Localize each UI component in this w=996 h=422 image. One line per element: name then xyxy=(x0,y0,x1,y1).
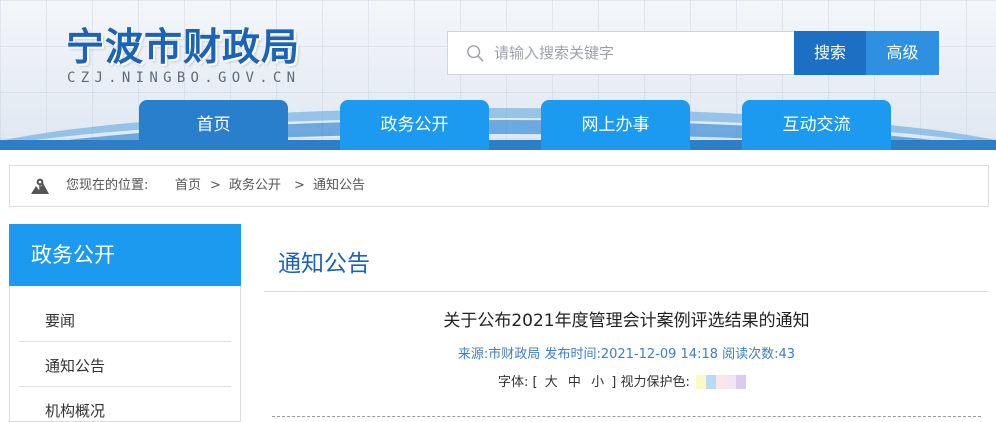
article-title: 关于公布2021年度管理会计案例评选结果的通知 xyxy=(443,311,810,331)
reading-tools: 字体: [ 大 中 小 ] 视力保护色: xyxy=(498,372,746,392)
breadcrumb-item-gov-affairs[interactable]: 政务公开 xyxy=(229,166,281,206)
source-value: 市财政局 xyxy=(488,347,541,362)
sidebar-title: 政务公开 xyxy=(9,224,241,286)
font-size-small-button[interactable]: 小 xyxy=(591,373,604,393)
breadcrumb-prefix: 您现在的位置: xyxy=(66,178,149,193)
nav-tab-gov-affairs[interactable]: 政务公开 xyxy=(340,100,489,150)
search-input[interactable] xyxy=(494,32,789,74)
location-map-icon xyxy=(31,178,49,194)
eye-care-label: 视力保护色: xyxy=(620,374,690,390)
nav-tab-online-services[interactable]: 网上办事 xyxy=(541,100,690,150)
nav-tab-home[interactable]: 首页 xyxy=(139,100,288,150)
breadcrumb-item-home[interactable]: 首页 xyxy=(175,166,201,206)
sidebar-item-notices[interactable]: 通知公告 xyxy=(19,345,231,387)
bracket-close: ] xyxy=(611,374,617,390)
breadcrumb-separator: > xyxy=(210,178,221,193)
font-size-medium-button[interactable]: 中 xyxy=(568,373,581,393)
content-dashed-divider xyxy=(272,416,981,417)
eye-care-swatches xyxy=(695,372,746,392)
sidebar-item-news[interactable]: 要闻 xyxy=(19,300,231,342)
site-logo-title[interactable]: 宁波市财政局 xyxy=(66,16,300,71)
sidebar-item-organization[interactable]: 机构概况 xyxy=(19,390,231,422)
article-meta: 来源:市财政局 发布时间:2021-12-09 14:18 阅读次数:43 xyxy=(264,343,989,362)
breadcrumb-separator: > xyxy=(294,178,305,193)
eye-care-swatch-5[interactable] xyxy=(735,374,746,389)
views-label: 阅读次数: xyxy=(722,347,779,362)
eye-care-swatch-1[interactable] xyxy=(695,374,706,389)
advanced-search-button[interactable]: 高级 xyxy=(866,31,939,75)
published-label: 发布时间: xyxy=(544,347,601,362)
views-value: 43 xyxy=(778,347,796,362)
published-value: 2021-12-09 14:18 xyxy=(600,347,718,362)
eye-care-swatch-4[interactable] xyxy=(725,374,736,389)
breadcrumb: 您现在的位置: 首页 > 政务公开 > 通知公告 xyxy=(9,165,989,207)
bracket-open: [ xyxy=(532,374,538,390)
site-domain: CZJ.NINGBO.GOV.CN xyxy=(67,70,301,86)
nav-tab-interaction[interactable]: 互动交流 xyxy=(742,100,891,150)
font-size-large-button[interactable]: 大 xyxy=(545,373,558,393)
breadcrumb-item-notices[interactable]: 通知公告 xyxy=(313,166,365,206)
search-box xyxy=(447,31,794,75)
section-divider xyxy=(264,291,989,292)
search-button[interactable]: 搜索 xyxy=(794,31,866,75)
search-icon xyxy=(467,45,484,62)
eye-care-swatch-2[interactable] xyxy=(705,374,716,389)
eye-care-swatch-3[interactable] xyxy=(715,374,726,389)
source-label: 来源: xyxy=(457,347,489,362)
section-title: 通知公告 xyxy=(278,251,370,277)
font-size-label: 字体: xyxy=(498,374,529,390)
